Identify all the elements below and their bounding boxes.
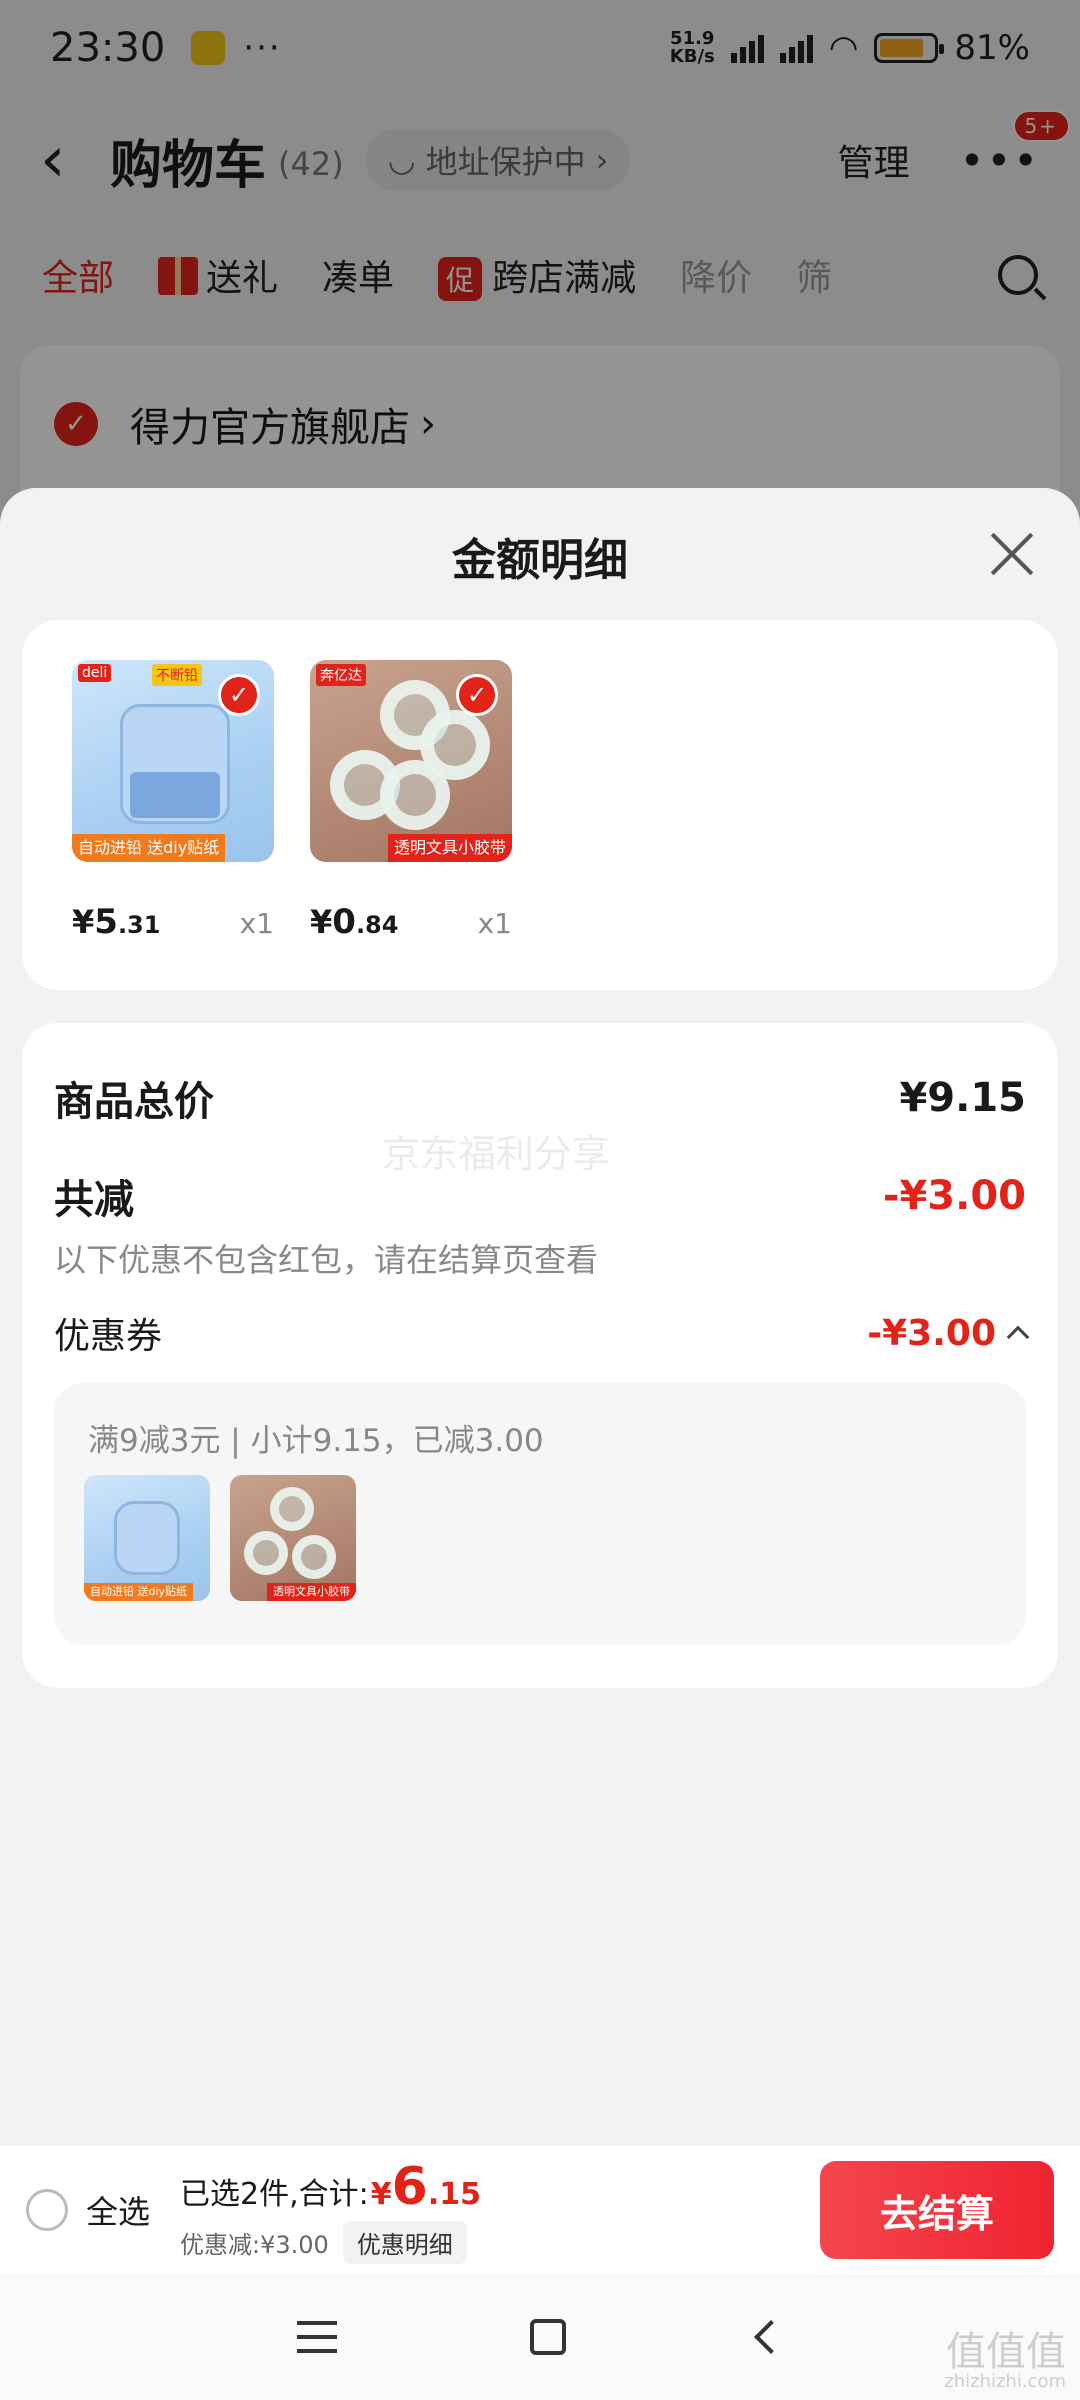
price-summary-card: 商品总价 ¥9.15 京东福利分享 共减 -¥3.00 以下优惠不包含红包，请在… xyxy=(22,1023,1058,1688)
item-brand-label: deli xyxy=(78,664,112,682)
item-checked-icon[interactable]: ✓ xyxy=(218,674,260,716)
tape-roll-shape xyxy=(270,1487,314,1531)
item-price-row: ¥ 5 .31 x1 xyxy=(72,902,274,942)
selected-items-card: deli 不断铅 自动进铅 送diy贴纸 ✓ ¥ 5 .31 x1 奔亿达 透明… xyxy=(22,620,1058,990)
discount-hint: 以下优惠不包含红包，请在结算页查看 xyxy=(54,1241,599,1279)
total-block: 已选2件,合计: ¥ 6 .15 优惠减:¥3.00 优惠明细 xyxy=(180,2157,481,2264)
item-tag: 自动进铅 送diy贴纸 xyxy=(72,834,226,862)
corner-logo-url: zhizhizhi.com xyxy=(944,2371,1066,2392)
item-quantity: x1 xyxy=(477,907,512,940)
corner-watermark-logo: 值值值 zhizhizhi.com xyxy=(944,2332,1066,2392)
price-decimal: .84 xyxy=(355,911,399,939)
close-icon[interactable] xyxy=(990,532,1034,576)
tape-thumbnail: 透明文具小胶带 xyxy=(230,1475,356,1601)
chevron-up-icon[interactable] xyxy=(1006,1325,1030,1349)
total-line: 已选2件,合计: ¥ 6 .15 xyxy=(180,2157,481,2217)
discount-line: 优惠减:¥3.00 优惠明细 xyxy=(180,2220,481,2264)
hint-row: 以下优惠不包含红包，请在结算页查看 xyxy=(54,1235,1026,1281)
tape-roll-shape xyxy=(380,760,450,830)
selected-count-text: 已选2件,合计: xyxy=(180,2176,369,2212)
reduction-label: 共减 xyxy=(54,1177,134,1223)
tape-thumbnail: 奔亿达 透明文具小胶带 ✓ xyxy=(310,660,512,862)
total-price-row: 商品总价 ¥9.15 xyxy=(54,1069,1026,1127)
item-tag: 透明文具小胶带 xyxy=(387,834,512,862)
item-card[interactable]: deli 不断铅 自动进铅 送diy贴纸 ✓ ¥ 5 .31 x1 xyxy=(72,660,274,942)
item-tag: 自动进铅 送diy贴纸 xyxy=(84,1583,194,1601)
price-integer: 5 xyxy=(94,902,118,942)
total-price-value: ¥9.15 xyxy=(899,1075,1026,1121)
discount-detail-button[interactable]: 优惠明细 xyxy=(342,2220,467,2264)
item-price-row: ¥ 0 .84 x1 xyxy=(310,902,512,942)
discount-amount-text: 优惠减:¥3.00 xyxy=(180,2230,329,2259)
coupon-rule-text: 满9减3元 | 小计9.15，已减3.00 xyxy=(88,1423,544,1459)
item-top-label: 不断铅 xyxy=(152,664,202,686)
item-checked-icon[interactable]: ✓ xyxy=(456,674,498,716)
total-decimal: .15 xyxy=(427,2176,481,2212)
price-currency: ¥ xyxy=(72,903,95,941)
coupon-value-group: -¥3.00 xyxy=(867,1312,1030,1354)
coupon-row[interactable]: 优惠券 -¥3.00 xyxy=(54,1307,1030,1359)
amount-detail-sheet: 金额明细 deli 不断铅 自动进铅 送diy贴纸 ✓ ¥ 5 .31 x1 奔… xyxy=(0,488,1080,2270)
total-currency: ¥ xyxy=(370,2176,392,2212)
sheet-title: 金额明细 xyxy=(452,535,628,586)
home-icon[interactable] xyxy=(529,2319,566,2355)
price-currency: ¥ xyxy=(310,903,333,941)
sharpener-tray-shape xyxy=(130,772,220,818)
pencil-sharpener-thumbnail: deli 不断铅 自动进铅 送diy贴纸 ✓ xyxy=(72,660,274,862)
price-integer: 0 xyxy=(332,902,356,942)
coupon-detail-box: 满9减3元 | 小计9.15，已减3.00 自动进铅 送diy贴纸 透明文具小胶… xyxy=(54,1383,1026,1645)
checkout-bar: 全选 已选2件,合计: ¥ 6 .15 优惠减:¥3.00 优惠明细 去结算 xyxy=(0,2146,1080,2274)
select-all-radio[interactable] xyxy=(26,2189,68,2231)
tape-roll-shape xyxy=(244,1531,288,1575)
coupon-label: 优惠券 xyxy=(54,1316,163,1357)
checkout-button[interactable]: 去结算 xyxy=(820,2161,1054,2259)
reduction-row: 共减 -¥3.00 xyxy=(54,1167,1026,1225)
pencil-sharpener-thumbnail: 自动进铅 送diy贴纸 xyxy=(84,1475,210,1601)
menu-icon[interactable] xyxy=(296,2321,337,2353)
price-decimal: .31 xyxy=(117,911,161,939)
corner-logo-text: 值值值 xyxy=(946,2329,1066,2375)
total-integer: 6 xyxy=(391,2156,428,2217)
back-icon[interactable] xyxy=(754,2320,789,2354)
item-tag: 透明文具小胶带 xyxy=(267,1583,356,1601)
sharpener-body-shape xyxy=(114,1501,180,1575)
select-all-label[interactable]: 全选 xyxy=(86,2187,150,2233)
reduction-value: -¥3.00 xyxy=(882,1173,1026,1219)
total-price-label: 商品总价 xyxy=(54,1079,214,1125)
item-quantity: x1 xyxy=(239,907,274,940)
item-top-label: 奔亿达 xyxy=(316,664,366,686)
coupon-value: -¥3.00 xyxy=(867,1312,996,1354)
system-nav-bar: 值值值 zhizhizhi.com xyxy=(0,2274,1080,2400)
item-card[interactable]: 奔亿达 透明文具小胶带 ✓ ¥ 0 .84 x1 xyxy=(310,660,512,942)
tape-roll-shape xyxy=(292,1535,336,1579)
